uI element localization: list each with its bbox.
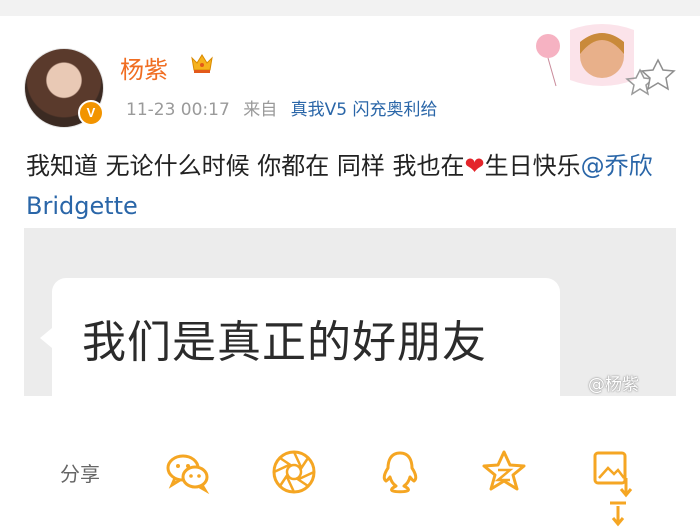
profile-decoration-sticker — [536, 24, 676, 96]
post-meta: 11-23 00:17 来自 真我V5 闪充奥利给 — [126, 95, 437, 120]
qq-icon[interactable] — [376, 448, 424, 496]
share-label: 分享 — [60, 462, 100, 486]
heart-icon: ❤ — [464, 152, 485, 180]
verified-badge: V — [78, 100, 104, 126]
image-watermark: @杨紫 — [588, 375, 639, 395]
post-text-birthday: 生日快乐 — [484, 152, 581, 180]
source-device[interactable]: 真我V5 闪充奥利给 — [291, 100, 438, 120]
moments-icon[interactable] — [270, 448, 318, 496]
post-timestamp: 11-23 00:17 — [126, 100, 230, 120]
post-text: 我知道 无论什么时候 你都在 同样 我也在❤生日快乐@乔欣Bridgette — [26, 146, 686, 226]
top-bar — [0, 0, 700, 16]
save-image-icon[interactable] — [590, 448, 638, 528]
chat-bubble-text: 我们是真正的好朋友 — [82, 317, 487, 368]
post-image[interactable]: 我们是真正的好朋友 — [24, 228, 676, 396]
crown-icon — [191, 54, 213, 73]
post-text-main: 我知道 无论什么时候 你都在 同样 我也在 — [26, 152, 465, 180]
source-prefix: 来自 — [243, 100, 278, 120]
qzone-icon[interactable] — [480, 448, 528, 496]
chat-bubble-tail — [40, 328, 52, 348]
author-name[interactable]: 杨紫 — [120, 50, 168, 85]
wechat-icon[interactable] — [164, 448, 212, 496]
